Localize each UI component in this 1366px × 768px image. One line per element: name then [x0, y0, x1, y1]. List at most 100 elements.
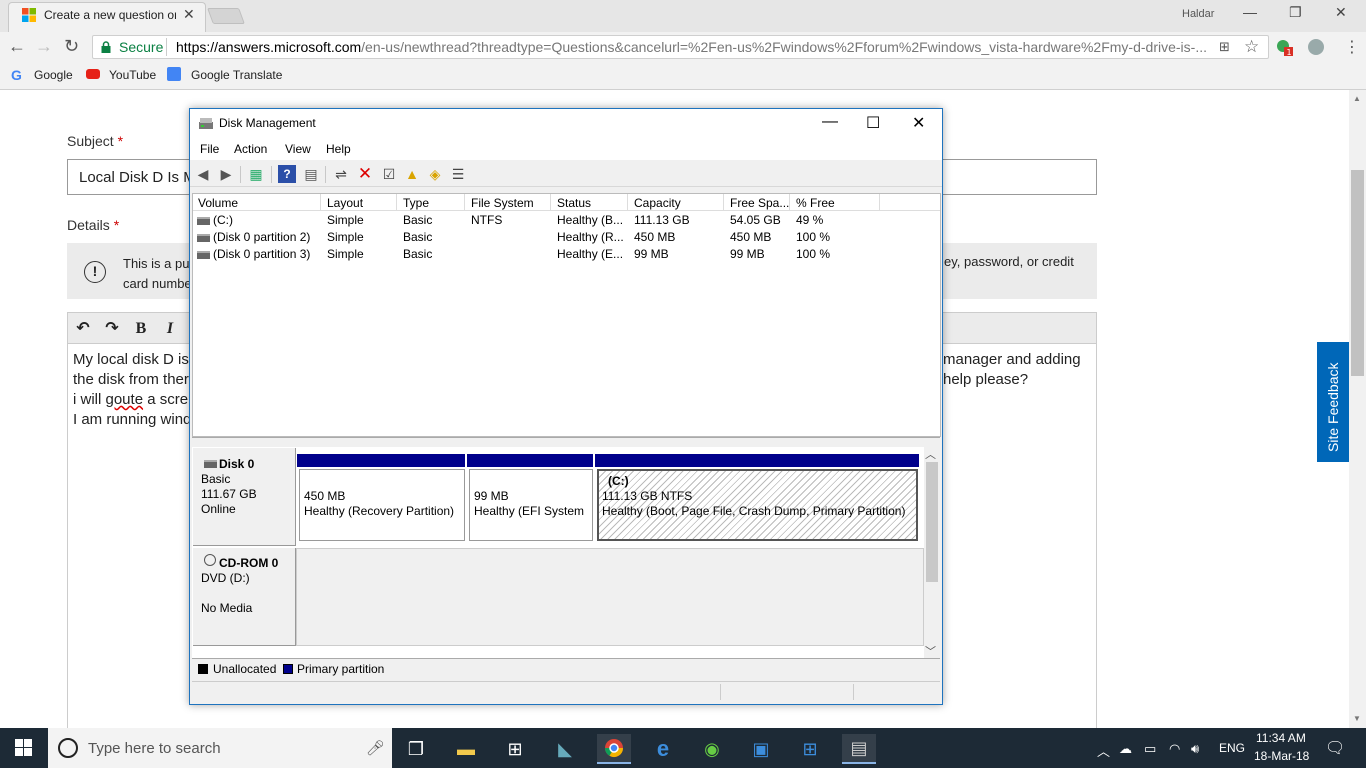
- partition-size: 450 MB: [304, 489, 346, 503]
- tray-chevron-icon[interactable]: ︿: [1097, 741, 1110, 760]
- notification-icon[interactable]: 🗨︎: [1325, 738, 1345, 758]
- page-scroll-thumb[interactable]: [1351, 170, 1364, 376]
- wifi-icon[interactable]: ◠: [1169, 741, 1180, 757]
- cell-volume[interactable]: (Disk 0 partition 3): [213, 247, 310, 261]
- scroll-down-icon[interactable]: ﹀: [925, 643, 936, 659]
- column-divider[interactable]: [550, 194, 551, 211]
- windows-start-icon[interactable]: [15, 739, 32, 756]
- extension-icon-2[interactable]: [1308, 39, 1324, 55]
- window-close-icon[interactable]: ✕: [912, 113, 925, 133]
- column-divider[interactable]: [464, 194, 465, 211]
- chrome-icon[interactable]: [597, 734, 631, 764]
- required-mark: *: [113, 217, 120, 233]
- file-explorer-icon[interactable]: ▬: [449, 734, 483, 764]
- secure-label: Secure: [119, 39, 164, 55]
- bold-button[interactable]: B: [129, 318, 153, 340]
- scroll-up-icon[interactable]: ▲: [1353, 94, 1361, 103]
- cell-layout: Simple: [327, 247, 364, 261]
- pane-splitter[interactable]: [192, 437, 940, 447]
- new-tab-button[interactable]: [207, 8, 245, 24]
- window-minimize-icon[interactable]: —: [822, 113, 838, 131]
- properties-icon[interactable]: ▤: [302, 165, 320, 183]
- column-divider[interactable]: [723, 194, 724, 211]
- clock-date[interactable]: 18-Mar-18: [1254, 749, 1309, 763]
- menu-action[interactable]: Action: [234, 142, 267, 156]
- forward-arrow-icon[interactable]: →: [35, 36, 53, 57]
- bookmark-google[interactable]: Google: [34, 68, 73, 82]
- close-icon[interactable]: ✕: [1335, 4, 1347, 21]
- help-icon[interactable]: ?: [278, 165, 296, 183]
- language-indicator[interactable]: ENG: [1219, 741, 1245, 755]
- clock-time[interactable]: 11:34 AM: [1256, 731, 1306, 745]
- menu-file[interactable]: File: [200, 142, 219, 156]
- column-file-system[interactable]: File System: [471, 196, 534, 210]
- microphone-icon[interactable]: 🎤︎: [366, 739, 385, 757]
- windows-app-icon[interactable]: ⊞: [793, 734, 827, 764]
- cell-volume[interactable]: (Disk 0 partition 2): [213, 230, 310, 244]
- cdrom-name: CD-ROM 0: [219, 556, 279, 570]
- column-divider[interactable]: [627, 194, 628, 211]
- restore-icon[interactable]: ❐: [1289, 4, 1302, 21]
- column-divider[interactable]: [879, 194, 880, 211]
- url-text[interactable]: https://answers.microsoft.com/en-us/newt…: [176, 39, 1208, 55]
- edge-icon[interactable]: e: [646, 734, 680, 764]
- extension-icon[interactable]: 1: [1275, 38, 1293, 57]
- app-icon[interactable]: ◣: [548, 734, 582, 764]
- column-divider[interactable]: [396, 194, 397, 211]
- window-maximize-icon[interactable]: ☐: [866, 113, 880, 133]
- task-view-icon[interactable]: ❐: [399, 734, 433, 764]
- disk0-state: Online: [201, 502, 236, 516]
- search-folder-icon[interactable]: ◈: [426, 165, 444, 183]
- undo-button[interactable]: ↶: [71, 318, 95, 340]
- column-divider[interactable]: [789, 194, 790, 211]
- microsoft-logo-icon: [22, 8, 36, 22]
- app-icon-3[interactable]: ▣: [744, 734, 778, 764]
- column-type[interactable]: Type: [403, 196, 429, 210]
- disk-management-taskbar-icon[interactable]: ▤: [842, 734, 876, 764]
- minimize-icon[interactable]: —: [1243, 4, 1257, 20]
- column-layout[interactable]: Layout: [327, 196, 363, 210]
- scroll-up-icon[interactable]: ︿: [925, 446, 936, 462]
- column-free-space[interactable]: Free Spa...: [730, 196, 789, 210]
- column-status[interactable]: Status: [557, 196, 591, 210]
- app-icon-2[interactable]: ◉: [695, 734, 729, 764]
- back-arrow-icon[interactable]: ←: [8, 36, 26, 57]
- url-host: https://answers.microsoft.com: [176, 39, 362, 55]
- column-volume[interactable]: Volume: [198, 196, 238, 210]
- italic-button[interactable]: I: [158, 318, 182, 340]
- list-view-icon[interactable]: ☰: [449, 165, 467, 183]
- column-percent-free[interactable]: % Free: [796, 196, 835, 210]
- bookmark-star-icon[interactable]: ☆: [1244, 37, 1259, 57]
- tab-close-icon[interactable]: ✕: [183, 6, 195, 23]
- redo-button[interactable]: ↷: [100, 318, 124, 340]
- back-icon[interactable]: ◀: [194, 165, 212, 183]
- subject-label: Subject *: [67, 133, 124, 149]
- bookmark-google-translate[interactable]: Google Translate: [191, 68, 282, 82]
- forward-icon[interactable]: ▶: [217, 165, 235, 183]
- scroll-down-icon[interactable]: ▼: [1353, 714, 1361, 723]
- battery-icon[interactable]: ▭: [1144, 741, 1156, 757]
- partition-bar: [595, 454, 919, 467]
- misspelled-word[interactable]: goute: [106, 391, 144, 408]
- bookmark-youtube[interactable]: YouTube: [109, 68, 156, 82]
- cloud-icon[interactable]: ☁: [1119, 741, 1132, 757]
- folder-up-icon[interactable]: ▲: [403, 165, 421, 183]
- menu-dots-icon[interactable]: ⋮: [1344, 37, 1360, 57]
- reload-icon[interactable]: ↻: [64, 36, 79, 57]
- extension-badge: 1: [1287, 48, 1292, 56]
- menu-view[interactable]: View: [285, 142, 311, 156]
- volume-icon[interactable]: 🔊︎: [1191, 741, 1199, 757]
- column-capacity[interactable]: Capacity: [634, 196, 681, 210]
- connect-icon[interactable]: ⇌: [332, 165, 350, 183]
- menu-help[interactable]: Help: [326, 142, 351, 156]
- profile-name[interactable]: Haldar: [1182, 8, 1214, 20]
- store-icon[interactable]: ⊞: [498, 734, 532, 764]
- body-text-line: help please?: [943, 371, 1029, 388]
- cell-volume[interactable]: (C:): [213, 213, 233, 227]
- delete-icon[interactable]: ✕: [356, 165, 374, 183]
- check-icon[interactable]: ☑: [380, 165, 398, 183]
- console-tree-icon[interactable]: ▦: [247, 165, 265, 183]
- column-divider[interactable]: [320, 194, 321, 211]
- disk-view-scroll-thumb[interactable]: [926, 462, 938, 582]
- translate-icon[interactable]: ⊞: [1219, 39, 1230, 55]
